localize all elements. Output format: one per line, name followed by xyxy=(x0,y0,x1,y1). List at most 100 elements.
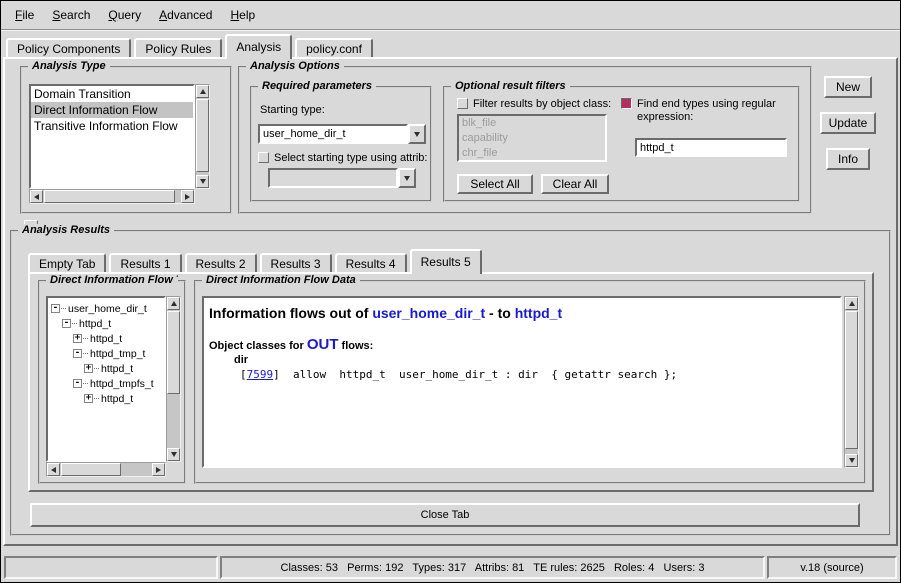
scrollbar-thumb[interactable] xyxy=(196,99,209,172)
menu-bar: File Search Query Advanced Help xyxy=(1,1,900,29)
attrib-checkbox[interactable] xyxy=(258,152,269,163)
clear-all-button[interactable]: Clear All xyxy=(541,174,609,194)
menu-help[interactable]: Help xyxy=(221,5,264,25)
main-tab-bar: Policy Components Policy Rules Analysis … xyxy=(6,34,376,57)
attrib-checkbox-row[interactable]: Select starting type using attrib: xyxy=(258,152,427,165)
down-arrow-icon xyxy=(849,458,855,463)
flow-data-group: Direct Information Flow Data Information… xyxy=(194,280,866,484)
vertical-scrollbar[interactable] xyxy=(844,296,859,468)
apol-window: File Search Query Advanced Help Policy C… xyxy=(0,0,901,583)
vertical-scrollbar[interactable] xyxy=(195,84,210,189)
tree-node-label[interactable]: user_home_dir_t xyxy=(61,303,147,315)
scroll-up-button[interactable] xyxy=(845,297,858,310)
scrollbar-thumb[interactable] xyxy=(61,463,121,476)
chevron-down-icon xyxy=(404,176,410,181)
scrollbar-trough[interactable] xyxy=(845,310,858,454)
new-button[interactable]: New xyxy=(824,76,872,98)
tab-analysis[interactable]: Analysis xyxy=(225,34,292,59)
rule-number-link[interactable]: 7599 xyxy=(247,368,274,381)
analysis-results-title: Analysis Results xyxy=(18,224,114,236)
scroll-left-button[interactable] xyxy=(30,190,43,203)
tree-node-label[interactable]: httpd_t xyxy=(83,333,122,345)
vertical-scrollbar[interactable] xyxy=(166,296,181,462)
list-item: chr_file xyxy=(459,146,605,161)
regex-checkbox-row[interactable]: Find end types using regular expression: xyxy=(621,98,776,124)
regex-input[interactable] xyxy=(635,138,787,157)
list-item[interactable]: Domain Transition xyxy=(31,86,193,102)
tab-results-5[interactable]: Results 5 xyxy=(410,249,482,274)
results-notebook-panel: Direct Information Flow T - user_home_di… xyxy=(28,272,874,492)
scrollbar-trough[interactable] xyxy=(60,463,152,476)
analysis-type-title: Analysis Type xyxy=(28,60,110,72)
horizontal-scrollbar[interactable] xyxy=(29,189,195,204)
list-item[interactable]: Transitive Information Flow xyxy=(31,118,193,134)
menu-advanced[interactable]: Advanced xyxy=(150,5,221,25)
scrollbar-thumb[interactable] xyxy=(44,190,175,203)
scroll-right-button[interactable] xyxy=(152,463,165,476)
horizontal-scrollbar[interactable] xyxy=(46,462,166,477)
chevron-down-icon xyxy=(414,132,420,137)
regex-checkbox[interactable] xyxy=(621,98,632,109)
flow-data-title: Direct Information Flow Data xyxy=(202,274,360,286)
analysis-options-group: Analysis Options Required parameters Sta… xyxy=(238,66,812,214)
tab-results-1[interactable]: Results 1 xyxy=(109,253,181,272)
starting-type-input[interactable] xyxy=(258,124,408,144)
update-button[interactable]: Update xyxy=(820,112,876,134)
combobox-dropdown-button[interactable] xyxy=(408,124,426,144)
tab-results-3[interactable]: Results 3 xyxy=(260,253,332,272)
tree-node: + httpd_t xyxy=(48,391,164,406)
scrollbar-thumb[interactable] xyxy=(167,311,180,394)
scroll-down-button[interactable] xyxy=(196,175,209,188)
info-button[interactable]: Info xyxy=(826,148,870,170)
tree-node-label[interactable]: httpd_tmpfs_t xyxy=(83,378,154,390)
tree-toggle-icon[interactable]: - xyxy=(73,349,82,358)
close-tab-button[interactable]: Close Tab xyxy=(30,503,860,527)
scroll-up-button[interactable] xyxy=(167,297,180,310)
menu-file[interactable]: File xyxy=(6,5,43,25)
tab-results-2[interactable]: Results 2 xyxy=(185,253,257,272)
flow-tree-title: Direct Information Flow T xyxy=(46,274,178,286)
scroll-up-button[interactable] xyxy=(196,85,209,98)
tree-toggle-icon[interactable]: + xyxy=(84,364,93,373)
tree-node: - httpd_tmp_t xyxy=(48,346,164,361)
tree-node-label[interactable]: httpd_t xyxy=(94,393,133,405)
select-all-button[interactable]: Select All xyxy=(457,174,533,194)
left-arrow-icon xyxy=(51,467,56,473)
tree-node: - httpd_tmpfs_t xyxy=(48,376,164,391)
tab-policy-conf[interactable]: policy.conf xyxy=(295,38,373,57)
flow-data-textarea[interactable]: Information flows out of user_home_dir_t… xyxy=(202,296,842,468)
tree-toggle-icon[interactable]: - xyxy=(73,379,82,388)
menu-search[interactable]: Search xyxy=(43,5,99,25)
flow-header-mid: - to xyxy=(485,305,515,321)
list-item-selected[interactable]: Direct Information Flow xyxy=(31,102,193,118)
filter-checkbox-row[interactable]: Filter results by object class: xyxy=(457,98,611,111)
rule-line: [7599] allow httpd_t user_home_dir_t : d… xyxy=(204,366,840,381)
tree-node-label[interactable]: httpd_tmp_t xyxy=(83,348,145,360)
tab-policy-rules[interactable]: Policy Rules xyxy=(134,38,222,57)
scroll-left-button[interactable] xyxy=(47,463,60,476)
tab-results-4[interactable]: Results 4 xyxy=(335,253,407,272)
starting-type-label: Starting type: xyxy=(260,104,325,116)
scroll-down-button[interactable] xyxy=(167,448,180,461)
flow-header-line: Information flows out of user_home_dir_t… xyxy=(204,298,840,321)
menu-query[interactable]: Query xyxy=(99,5,150,25)
tree-toggle-icon[interactable]: + xyxy=(84,394,93,403)
scroll-right-button[interactable] xyxy=(181,190,194,203)
tree-toggle-icon[interactable]: - xyxy=(51,304,60,313)
tree-node-label[interactable]: httpd_t xyxy=(72,318,111,330)
tree-toggle-icon[interactable]: - xyxy=(62,319,71,328)
scrollbar-thumb[interactable] xyxy=(845,311,858,449)
rule-text: ] allow httpd_t user_home_dir_t : dir { … xyxy=(273,368,677,381)
flow-tree-group: Direct Information Flow T - user_home_di… xyxy=(38,280,186,484)
scrollbar-trough[interactable] xyxy=(43,190,181,203)
tree-toggle-icon[interactable]: + xyxy=(73,334,82,343)
tree-node-label[interactable]: httpd_t xyxy=(94,363,133,375)
tab-policy-components[interactable]: Policy Components xyxy=(6,38,131,57)
scroll-down-button[interactable] xyxy=(845,454,858,467)
filter-checkbox-label: Filter results by object class: xyxy=(473,98,611,111)
scrollbar-corner xyxy=(195,189,210,204)
filter-checkbox[interactable] xyxy=(457,98,468,109)
scrollbar-trough[interactable] xyxy=(196,98,209,175)
tab-empty[interactable]: Empty Tab xyxy=(28,253,106,272)
scrollbar-trough[interactable] xyxy=(167,310,180,448)
